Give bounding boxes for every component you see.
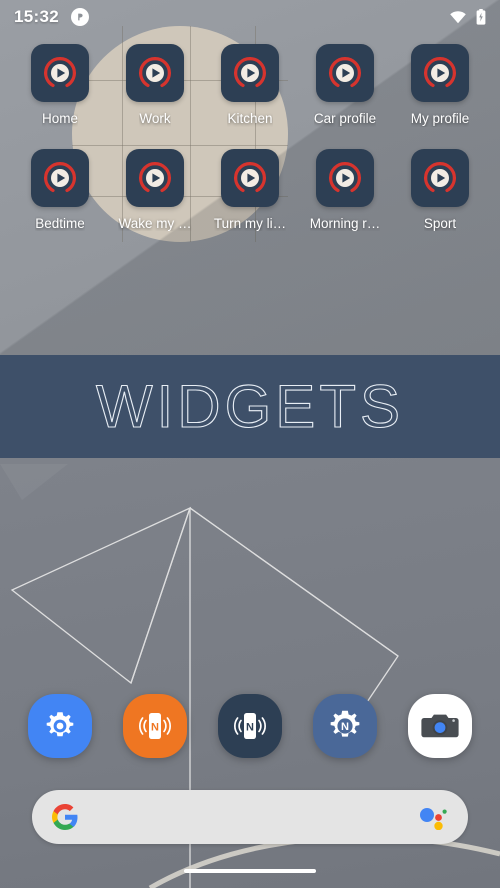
dock-item-settings[interactable]: [28, 694, 92, 758]
wifi-icon: [450, 11, 466, 24]
play-shortcut-icon[interactable]: [221, 148, 279, 207]
play-shortcut-icon[interactable]: [316, 44, 374, 102]
status-bar-indicators: [449, 9, 486, 25]
widgets-banner[interactable]: WIDGETS: [0, 355, 500, 458]
app-row-2: Bedtime Wake my … Turn my li… Morning r……: [0, 148, 500, 232]
app-shortcut-turn-my-lights[interactable]: Turn my li…: [206, 148, 294, 232]
app-shortcut-home[interactable]: Home: [16, 44, 104, 127]
app-shortcut-grid: Home Work Kitchen Car profile My profile…: [0, 44, 500, 231]
app-row-1: Home Work Kitchen Car profile My profile: [0, 44, 500, 127]
status-bar: 15:32: [0, 0, 500, 34]
app-shortcut-label: Car profile: [313, 111, 377, 126]
nfc-phone-icon: N: [139, 713, 171, 739]
svg-text:N: N: [341, 721, 349, 733]
app-shortcut-label: Wake my …: [118, 215, 192, 231]
app-shortcut-label: Kitchen: [227, 111, 273, 126]
dock-item-nfc-tools-write[interactable]: N: [123, 694, 187, 758]
gear-n-icon: N: [330, 710, 360, 737]
play-shortcut-icon[interactable]: [411, 148, 469, 207]
svg-text:N: N: [246, 722, 254, 734]
app-shortcut-sport[interactable]: Sport: [396, 148, 484, 232]
status-bar-clock: 15:32: [14, 7, 59, 26]
dock-item-nfc-settings[interactable]: N: [313, 694, 377, 758]
app-shortcut-my-profile[interactable]: My profile: [396, 44, 484, 127]
app-shortcut-label: Home: [41, 111, 78, 126]
gesture-nav-pill[interactable]: [184, 869, 316, 873]
battery-charging-icon: [476, 9, 486, 25]
app-shortcut-label: Sport: [423, 215, 457, 231]
app-shortcut-label: Turn my li…: [213, 215, 287, 231]
play-shortcut-icon[interactable]: [411, 44, 469, 102]
app-shortcut-morning-routine[interactable]: Morning r…: [301, 148, 389, 232]
app-shortcut-bedtime[interactable]: Bedtime: [16, 148, 104, 232]
play-shortcut-icon[interactable]: [221, 44, 279, 102]
play-shortcut-icon[interactable]: [31, 148, 89, 207]
app-shortcut-label: My profile: [410, 111, 470, 126]
home-screen: 15:32 Home Work Kitchen Car profile My p…: [0, 0, 500, 888]
app-shortcut-label: Morning r…: [309, 215, 381, 231]
app-shortcut-label: Bedtime: [35, 215, 85, 231]
widgets-banner-title: WIDGETS: [95, 372, 404, 440]
camera-icon: [421, 714, 459, 738]
play-shortcut-icon[interactable]: [316, 148, 374, 207]
app-shortcut-label: Work: [139, 111, 171, 126]
dock-item-nfc-tools[interactable]: N: [218, 694, 282, 758]
app-shortcut-wake-my[interactable]: Wake my …: [111, 148, 199, 232]
nfc-phone-icon: N: [234, 713, 266, 739]
app-shortcut-work[interactable]: Work: [111, 44, 199, 127]
google-search-bar[interactable]: [32, 790, 468, 844]
dock: N N N: [0, 694, 500, 758]
app-notification-icon[interactable]: [70, 8, 89, 26]
play-shortcut-icon[interactable]: [126, 148, 184, 207]
app-shortcut-kitchen[interactable]: Kitchen: [206, 44, 294, 127]
svg-text:N: N: [151, 722, 159, 734]
google-g-icon: [52, 804, 78, 830]
google-assistant-icon[interactable]: [418, 804, 448, 830]
app-shortcut-car-profile[interactable]: Car profile: [301, 44, 389, 127]
play-shortcut-icon[interactable]: [126, 44, 184, 102]
play-shortcut-icon[interactable]: [31, 44, 89, 102]
gear-icon: [46, 712, 74, 737]
dock-item-camera[interactable]: [408, 694, 472, 758]
